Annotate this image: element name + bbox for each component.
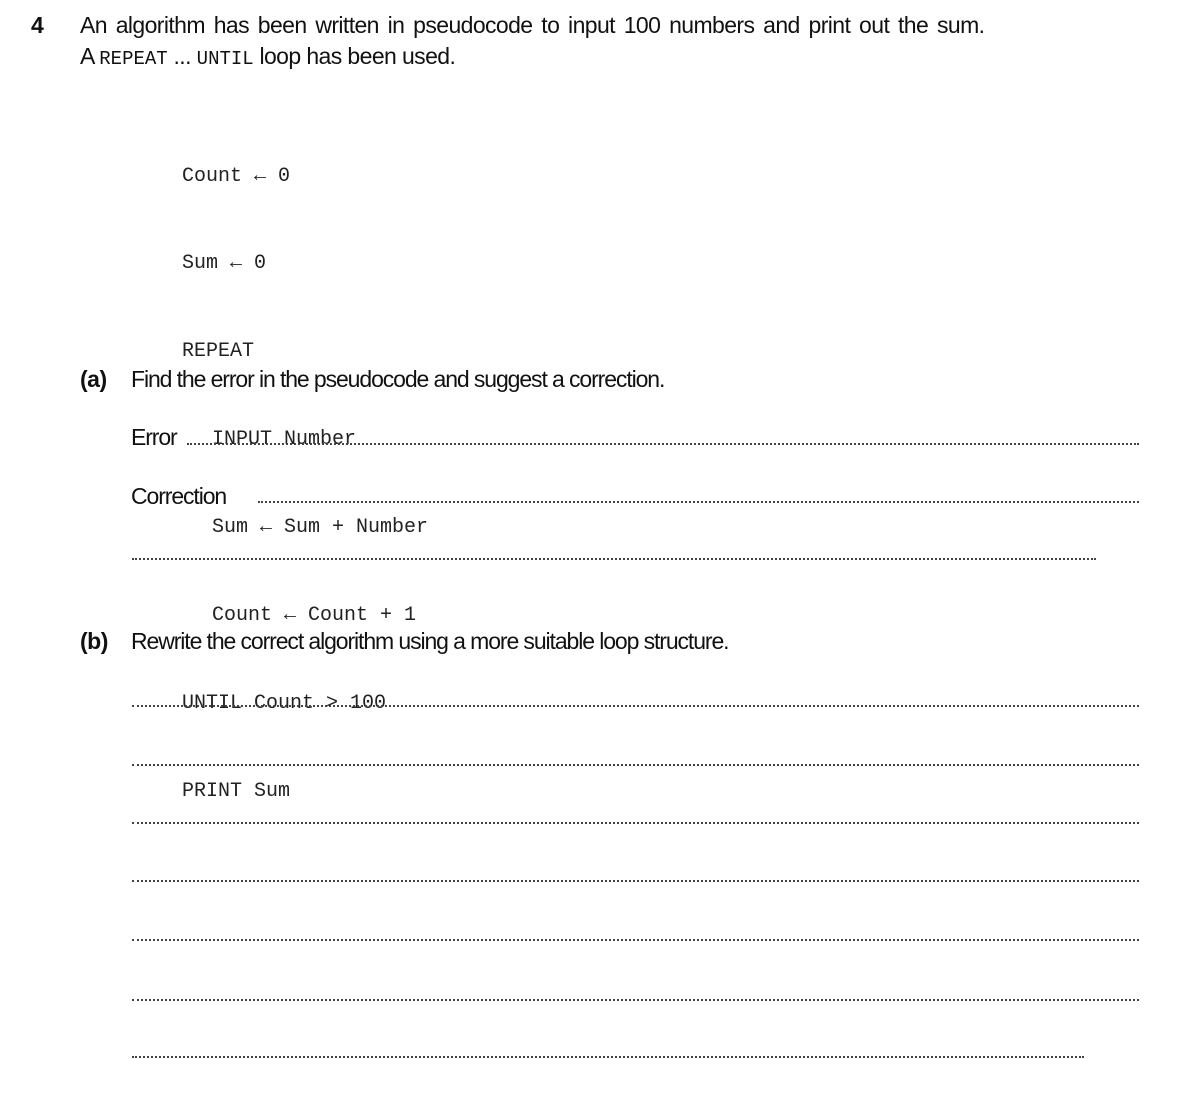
answer-line[interactable]: [132, 1056, 1084, 1058]
answer-line[interactable]: [132, 764, 1139, 766]
part-b-question: Rewrite the correct algorithm using a mo…: [131, 628, 730, 654]
correction-label: Correction: [131, 483, 227, 509]
answer-line[interactable]: [132, 999, 1139, 1001]
intro-ellipsis: ...: [173, 43, 192, 69]
intro-keyword-until: UNTIL: [196, 48, 254, 70]
answer-line[interactable]: [132, 822, 1139, 824]
part-b-label: (b): [80, 628, 108, 654]
answer-line[interactable]: [132, 880, 1139, 882]
intro-keyword-repeat: REPEAT: [99, 48, 168, 70]
question-number: 4: [31, 12, 44, 38]
intro-prefix: A: [80, 43, 94, 69]
code-line: Count ← 0: [182, 164, 291, 188]
code-line: Sum ← 0: [182, 252, 267, 276]
part-a-label: (a): [80, 366, 107, 392]
code-line: REPEAT: [182, 340, 255, 364]
error-label: Error: [131, 424, 178, 450]
question-intro-line-2: A REPEAT ... UNTIL loop has been used.: [80, 43, 456, 70]
code-line: Count ← Count + 1: [212, 604, 417, 628]
pseudocode-block: Count ← 0 Sum ← 0 REPEAT INPUT Number Su…: [182, 103, 428, 835]
answer-line[interactable]: [132, 939, 1139, 941]
part-a-question: Find the error in the pseudocode and sug…: [131, 366, 665, 392]
code-line: Sum ← Sum + Number: [212, 516, 429, 540]
question-intro-line-1: An algorithm has been written in pseudoc…: [80, 12, 985, 38]
code-line: UNTIL Count > 100: [182, 691, 387, 715]
correction-answer-line-2[interactable]: [132, 558, 1096, 560]
answer-line[interactable]: [132, 705, 1139, 707]
correction-answer-line[interactable]: [258, 501, 1139, 503]
code-line: INPUT Number: [212, 428, 357, 452]
error-answer-line[interactable]: [187, 443, 1139, 445]
intro-suffix: loop has been used.: [259, 43, 456, 69]
code-line: PRINT Sum: [182, 779, 291, 803]
